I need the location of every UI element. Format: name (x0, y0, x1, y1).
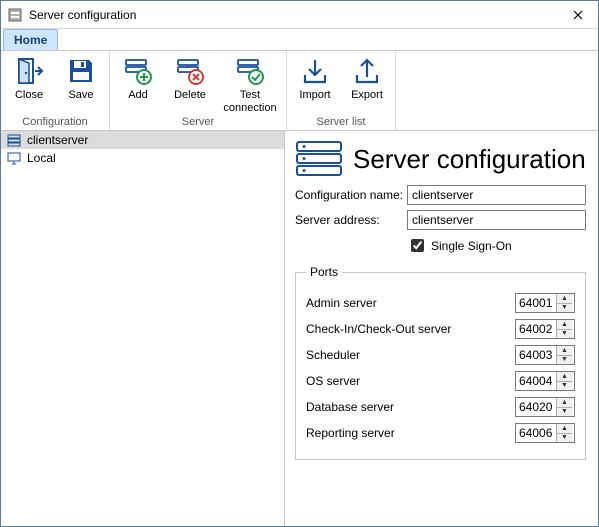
spin-up-icon[interactable]: ▲ (557, 294, 572, 304)
export-button[interactable]: Export (345, 55, 389, 115)
port-row-os: OS server ▲▼ (306, 371, 575, 391)
spin-down-icon[interactable]: ▼ (557, 382, 572, 391)
port-admin-input[interactable] (516, 294, 556, 312)
server-rack-icon (7, 133, 21, 147)
close-label: Close (15, 89, 43, 115)
export-label: Export (351, 89, 383, 115)
titlebar: Server configuration (1, 1, 598, 29)
server-delete-icon (174, 55, 206, 87)
ribbon-tabstrip: Home (1, 29, 598, 51)
config-name-input[interactable] (407, 185, 586, 205)
spin-down-icon[interactable]: ▼ (557, 304, 572, 313)
port-label: OS server (306, 374, 515, 388)
port-reporting-input[interactable] (516, 424, 556, 442)
port-row-admin: Admin server ▲▼ (306, 293, 575, 313)
config-name-label: Configuration name: (295, 188, 407, 202)
port-label: Admin server (306, 296, 515, 310)
port-label: Check-In/Check-Out server (306, 322, 515, 336)
delete-button[interactable]: Delete (168, 55, 212, 115)
export-icon (351, 55, 383, 87)
server-item-local[interactable]: Local (1, 149, 284, 167)
spin-down-icon[interactable]: ▼ (557, 330, 572, 339)
server-address-label: Server address: (295, 213, 407, 227)
port-row-reporting: Reporting server ▲▼ (306, 423, 575, 443)
spin-down-icon[interactable]: ▼ (557, 434, 572, 443)
test-connection-button[interactable]: Test connection (220, 55, 280, 115)
port-scheduler-spinner[interactable]: ▲▼ (515, 345, 575, 365)
close-button[interactable]: Close (7, 55, 51, 115)
server-large-icon (295, 139, 343, 179)
ports-legend: Ports (306, 265, 342, 279)
group-label-server: Server (182, 116, 214, 128)
group-label-serverlist: Server list (317, 116, 366, 128)
port-database-spinner[interactable]: ▲▼ (515, 397, 575, 417)
port-checkin-spinner[interactable]: ▲▼ (515, 319, 575, 339)
port-scheduler-input[interactable] (516, 346, 556, 364)
monitor-icon (7, 151, 21, 165)
spin-down-icon[interactable]: ▼ (557, 408, 572, 417)
port-admin-spinner[interactable]: ▲▼ (515, 293, 575, 313)
port-label: Scheduler (306, 348, 515, 362)
spin-up-icon[interactable]: ▲ (557, 398, 572, 408)
sso-checkbox[interactable] (411, 239, 424, 252)
ribbon-group-configuration: Close Save Configuration (1, 51, 110, 130)
import-label: Import (299, 89, 330, 115)
import-button[interactable]: Import (293, 55, 337, 115)
spin-up-icon[interactable]: ▲ (557, 320, 572, 330)
page-title: Server configuration (353, 144, 586, 175)
ports-fieldset: Ports Admin server ▲▼ Check-In/Check-Out… (295, 265, 586, 460)
server-item-clientserver[interactable]: clientserver (1, 131, 284, 149)
server-address-input[interactable] (407, 210, 586, 230)
floppy-icon (65, 55, 97, 87)
port-checkin-input[interactable] (516, 320, 556, 338)
ribbon: Close Save Configuration Add (1, 51, 598, 131)
server-item-label: Local (27, 151, 56, 165)
door-exit-icon (13, 55, 45, 87)
window-title: Server configuration (29, 8, 558, 22)
main-panel: Server configuration Configuration name:… (285, 131, 598, 526)
sso-label: Single Sign-On (431, 239, 512, 253)
import-icon (299, 55, 331, 87)
server-list: clientserver Local (1, 131, 285, 526)
server-item-label: clientserver (27, 133, 88, 147)
server-add-icon (122, 55, 154, 87)
spin-up-icon[interactable]: ▲ (557, 424, 572, 434)
port-label: Database server (306, 400, 515, 414)
group-label-configuration: Configuration (22, 116, 87, 128)
window: Server configuration Home Close (0, 0, 599, 527)
save-label: Save (68, 89, 93, 115)
port-label: Reporting server (306, 426, 515, 440)
add-label: Add (128, 89, 148, 115)
add-button[interactable]: Add (116, 55, 160, 115)
port-row-checkin: Check-In/Check-Out server ▲▼ (306, 319, 575, 339)
body: clientserver Local Server configuration … (1, 131, 598, 526)
port-row-scheduler: Scheduler ▲▼ (306, 345, 575, 365)
test-label: Test connection (223, 89, 276, 115)
ribbon-group-server: Add Delete Test connection Server (110, 51, 287, 130)
spin-down-icon[interactable]: ▼ (557, 356, 572, 365)
delete-label: Delete (174, 89, 206, 115)
spin-up-icon[interactable]: ▲ (557, 372, 572, 382)
port-database-input[interactable] (516, 398, 556, 416)
save-button[interactable]: Save (59, 55, 103, 115)
port-os-input[interactable] (516, 372, 556, 390)
window-close-button[interactable] (558, 1, 598, 29)
tab-home[interactable]: Home (3, 29, 58, 50)
port-os-spinner[interactable]: ▲▼ (515, 371, 575, 391)
spin-up-icon[interactable]: ▲ (557, 346, 572, 356)
port-row-database: Database server ▲▼ (306, 397, 575, 417)
ribbon-group-serverlist: Import Export Server list (287, 51, 396, 130)
server-test-icon (234, 55, 266, 87)
port-reporting-spinner[interactable]: ▲▼ (515, 423, 575, 443)
app-icon (7, 7, 23, 23)
